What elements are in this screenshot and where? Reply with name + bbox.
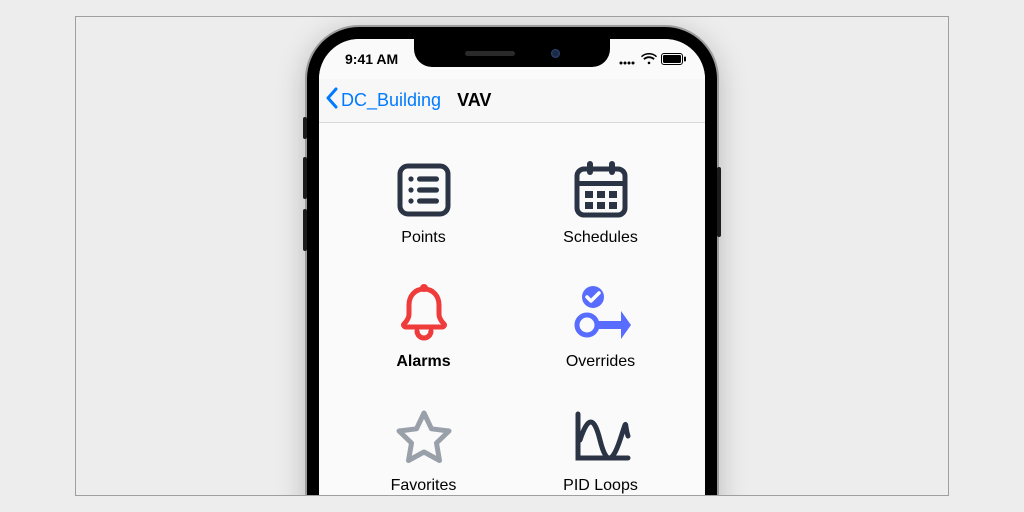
page-title: VAV [457, 90, 491, 111]
volume-down-button [303, 209, 307, 251]
mute-switch [303, 117, 307, 139]
phone-screen: 9:41 AM [319, 39, 705, 496]
tile-label: PID Loops [563, 477, 638, 495]
back-button[interactable]: DC_Building [325, 87, 441, 114]
bell-icon [391, 281, 457, 347]
tile-schedules[interactable]: Schedules [522, 157, 679, 247]
speaker-grille [465, 51, 515, 56]
image-frame: 9:41 AM [75, 16, 949, 496]
pid-icon [568, 405, 634, 471]
star-icon [391, 405, 457, 471]
tile-label: Overrides [566, 353, 635, 371]
battery-icon [661, 53, 687, 65]
status-time: 9:41 AM [345, 51, 398, 67]
back-button-label: DC_Building [341, 90, 441, 111]
list-icon [391, 157, 457, 223]
tile-pid-loops[interactable]: PID Loops [522, 405, 679, 495]
tile-overrides[interactable]: Overrides [522, 281, 679, 371]
tile-favorites[interactable]: Favorites [345, 405, 502, 495]
power-button [717, 167, 721, 237]
phone-shell: 9:41 AM [307, 27, 717, 496]
tile-points[interactable]: Points [345, 157, 502, 247]
tile-label: Points [401, 229, 445, 247]
tile-label: Favorites [391, 477, 457, 495]
tile-label: Alarms [396, 353, 450, 371]
calendar-icon [568, 157, 634, 223]
override-icon [568, 281, 634, 347]
cellular-icon [619, 53, 637, 65]
tile-alarms[interactable]: Alarms [345, 281, 502, 371]
navigation-bar: DC_Building VAV [319, 79, 705, 123]
tile-grid: Points [319, 123, 705, 495]
volume-up-button [303, 157, 307, 199]
chevron-left-icon [325, 87, 339, 114]
notch [414, 39, 610, 67]
front-camera [551, 49, 560, 58]
tile-label: Schedules [563, 229, 638, 247]
wifi-icon [641, 53, 657, 65]
